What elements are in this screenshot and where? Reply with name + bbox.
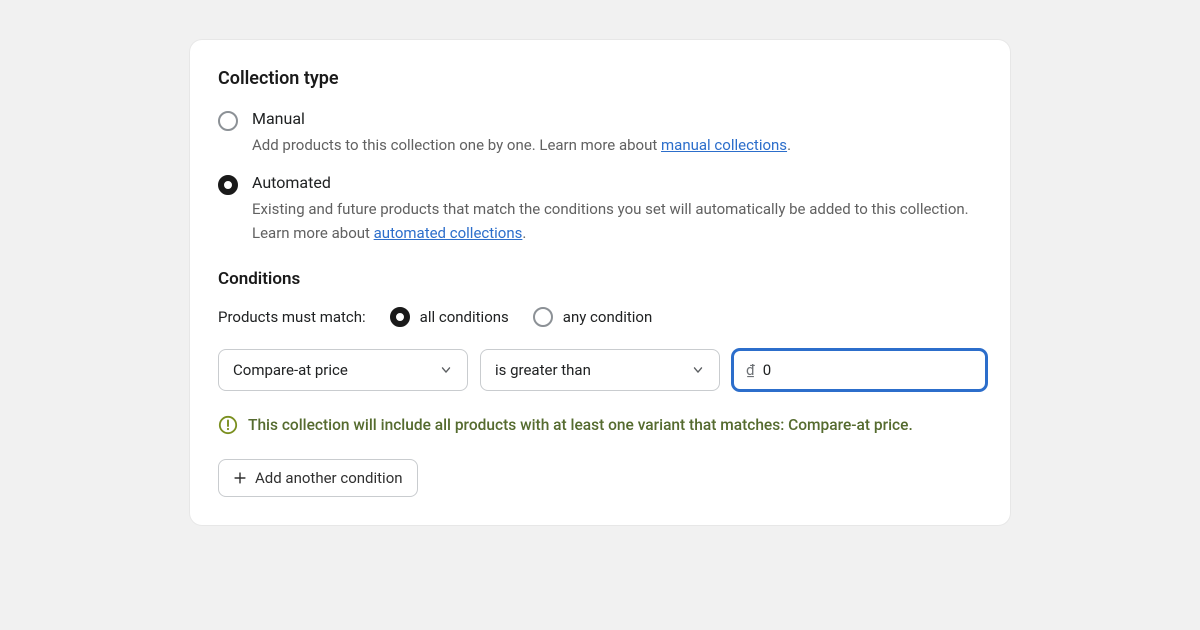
match-any-label: any condition: [563, 308, 652, 326]
condition-field-select[interactable]: Compare-at price: [218, 349, 468, 391]
condition-info-text: This collection will include all product…: [248, 413, 913, 437]
match-all-label: all conditions: [420, 308, 509, 326]
match-all-option[interactable]: all conditions: [390, 307, 509, 327]
radio-manual-description: Add products to this collection one by o…: [252, 134, 982, 157]
radio-automated[interactable]: [218, 175, 238, 195]
match-any-option[interactable]: any condition: [533, 307, 652, 327]
condition-operator-value: is greater than: [495, 361, 591, 379]
manual-collections-link[interactable]: manual collections: [661, 136, 787, 154]
currency-prefix: ₫: [734, 361, 763, 379]
conditions-title: Conditions: [218, 269, 982, 289]
condition-operator-select[interactable]: is greater than: [480, 349, 720, 391]
radio-automated-label[interactable]: Automated: [252, 173, 982, 192]
match-label: Products must match:: [218, 308, 366, 326]
radio-option-manual: Manual Add products to this collection o…: [218, 109, 982, 157]
collection-type-title: Collection type: [218, 68, 982, 89]
radio-option-automated: Automated Existing and future products t…: [218, 173, 982, 245]
radio-any-condition[interactable]: [533, 307, 553, 327]
info-circle-icon: [218, 415, 238, 435]
chevron-down-icon: [439, 363, 453, 377]
radio-automated-description: Existing and future products that match …: [252, 198, 982, 245]
match-row: Products must match: all conditions any …: [218, 307, 982, 327]
condition-rule-row: Compare-at price is greater than ₫: [218, 349, 982, 391]
radio-manual[interactable]: [218, 111, 238, 131]
radio-all-conditions[interactable]: [390, 307, 410, 327]
chevron-down-icon: [691, 363, 705, 377]
condition-field-value: Compare-at price: [233, 361, 348, 379]
plus-icon: [233, 471, 247, 485]
collection-type-radio-group: Manual Add products to this collection o…: [218, 109, 982, 245]
automated-collections-link[interactable]: automated collections: [374, 224, 523, 242]
condition-value-input[interactable]: [763, 361, 985, 379]
condition-info-banner: This collection will include all product…: [218, 413, 982, 437]
add-condition-button[interactable]: Add another condition: [218, 459, 418, 497]
collection-type-card: Collection type Manual Add products to t…: [190, 40, 1010, 525]
add-condition-label: Add another condition: [255, 469, 403, 487]
condition-value-field[interactable]: ₫: [732, 349, 987, 391]
radio-manual-label[interactable]: Manual: [252, 109, 982, 128]
